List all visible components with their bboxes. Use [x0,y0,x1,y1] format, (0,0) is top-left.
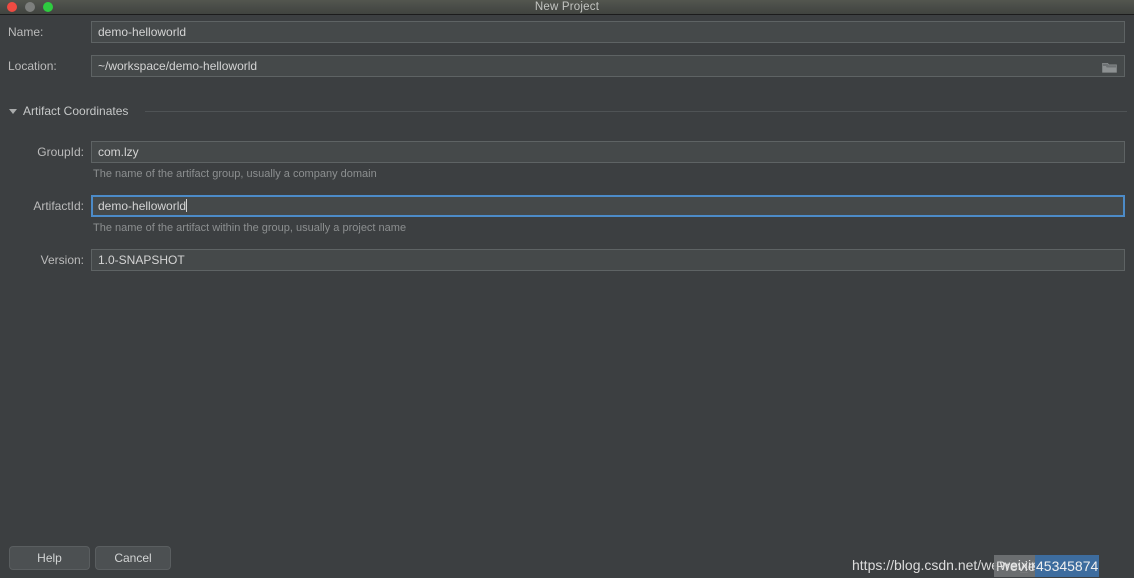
artifact-coordinates-title: Artifact Coordinates [23,104,129,118]
artifactid-input-value: demo-helloworld [98,199,187,213]
cancel-button[interactable]: Cancel [95,546,171,570]
version-label: Version: [40,253,84,267]
location-input-value: ~/workspace/demo-helloworld [98,59,258,73]
groupid-input[interactable]: com.lzy [91,141,1125,163]
artifactid-hint: The name of the artifact within the grou… [93,222,407,234]
groupid-row: GroupId: com.lzy [0,141,1134,163]
chevron-down-icon[interactable] [9,109,17,114]
dialog-body: Name: demo-helloworld Location: ~/worksp… [0,15,1134,578]
section-divider [145,111,1127,112]
artifactid-row: ArtifactId: demo-helloworld [0,195,1134,217]
artifactid-input[interactable]: demo-helloworld [91,195,1125,217]
watermark-selected: 45345874 [1035,555,1100,577]
title-bar: New Project [0,0,1134,15]
artifact-coordinates-section-header[interactable]: Artifact Coordinates [0,101,1134,121]
text-caret [186,199,188,212]
location-label: Location: [8,59,57,73]
groupid-hint: The name of the artifact group, usually … [93,168,377,180]
version-input[interactable]: 1.0-SNAPSHOT [91,249,1125,271]
name-row: Name: demo-helloworld [0,21,1134,43]
name-label: Name: [8,25,44,39]
help-button[interactable]: Help [9,546,90,570]
groupid-label: GroupId: [37,145,84,159]
window-title: New Project [534,1,600,13]
new-project-dialog: New Project Name: demo-helloworld Locati… [0,0,1134,578]
version-row: Version: 1.0-SNAPSHOT [0,249,1134,271]
location-row: Location: ~/workspace/demo-helloworld [0,55,1134,77]
folder-icon[interactable] [1102,61,1117,73]
location-input[interactable]: ~/workspace/demo-helloworld [91,55,1125,77]
artifactid-label: ArtifactId: [33,199,84,213]
name-input[interactable]: demo-helloworld [91,21,1125,43]
